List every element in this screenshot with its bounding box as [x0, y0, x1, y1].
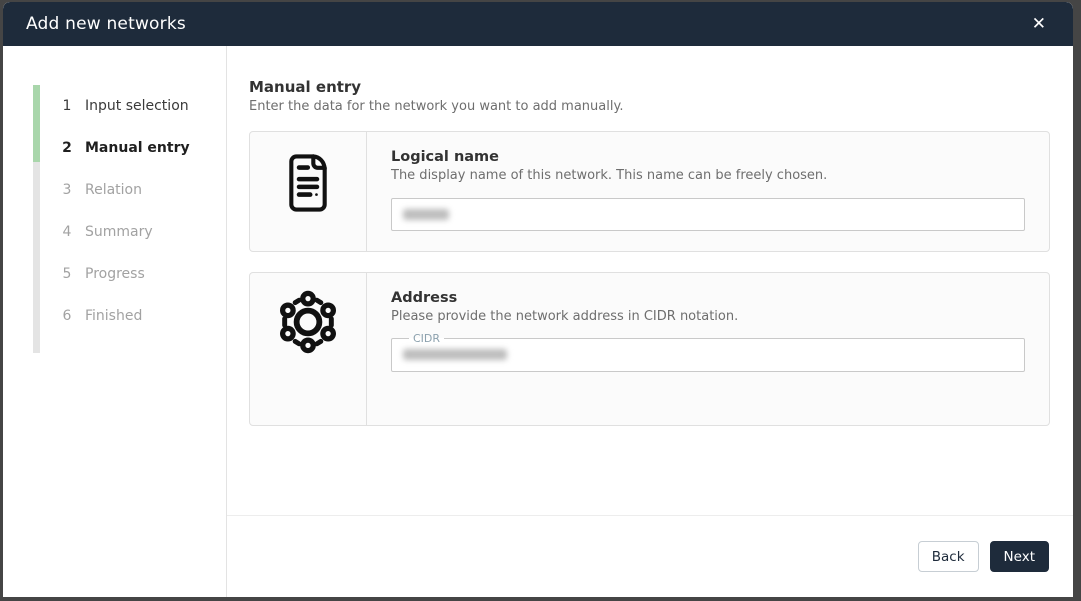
address-content: Address Please provide the network addre… [367, 273, 1049, 425]
address-card: Address Please provide the network addre… [249, 272, 1050, 426]
logical-name-description: The display name of this network. This n… [391, 168, 1025, 183]
step-manual-entry[interactable]: 2 Manual entry [3, 127, 226, 169]
window-frame: Add new networks ✕ 1 Input selection 2 M… [0, 0, 1081, 601]
dialog-footer: Back Next [227, 515, 1073, 597]
step-label: Summary [85, 224, 153, 240]
next-button[interactable]: Next [990, 541, 1049, 572]
redacted-value [403, 209, 449, 220]
main-pane: Manual entry Enter the data for the netw… [227, 46, 1073, 597]
logical-name-title: Logical name [391, 149, 1025, 165]
step-number: 5 [60, 266, 74, 282]
step-number: 3 [60, 182, 74, 198]
manual-entry-panel: Manual entry Enter the data for the netw… [227, 46, 1073, 515]
close-icon[interactable]: ✕ [1028, 12, 1050, 37]
step-label: Progress [85, 266, 145, 282]
step-input-selection[interactable]: 1 Input selection [3, 85, 226, 127]
cidr-input[interactable]: CIDR [391, 332, 1025, 372]
step-number: 2 [60, 140, 74, 156]
address-icon-cell [250, 273, 367, 425]
network-icon [273, 287, 343, 357]
step-number: 1 [60, 98, 74, 114]
page-title: Manual entry [249, 78, 1050, 96]
step-summary[interactable]: 4 Summary [3, 211, 226, 253]
step-label: Input selection [85, 98, 189, 114]
address-description: Please provide the network address in CI… [391, 309, 1025, 324]
step-label: Finished [85, 308, 142, 324]
step-label: Relation [85, 182, 142, 198]
address-title: Address [391, 290, 1025, 306]
step-relation[interactable]: 3 Relation [3, 169, 226, 211]
step-number: 6 [60, 308, 74, 324]
step-progress[interactable]: 5 Progress [3, 253, 226, 295]
page-subtitle: Enter the data for the network you want … [249, 99, 1050, 114]
add-networks-dialog: Add new networks ✕ 1 Input selection 2 M… [3, 2, 1073, 597]
step-number: 4 [60, 224, 74, 240]
dialog-header: Add new networks ✕ [3, 2, 1073, 46]
step-finished[interactable]: 6 Finished [3, 295, 226, 337]
dialog-title: Add new networks [26, 14, 186, 34]
logical-name-icon-cell [250, 132, 367, 251]
logical-name-card: Logical name The display name of this ne… [249, 131, 1050, 252]
cidr-label: CIDR [409, 332, 444, 345]
document-icon [279, 146, 337, 220]
logical-name-input[interactable] [391, 198, 1025, 231]
redacted-value [403, 349, 507, 360]
step-label: Manual entry [85, 140, 190, 156]
wizard-steps: 1 Input selection 2 Manual entry 3 Relat… [3, 85, 226, 337]
back-button[interactable]: Back [918, 541, 979, 572]
wizard-sidebar: 1 Input selection 2 Manual entry 3 Relat… [3, 46, 227, 597]
logical-name-content: Logical name The display name of this ne… [367, 132, 1049, 251]
